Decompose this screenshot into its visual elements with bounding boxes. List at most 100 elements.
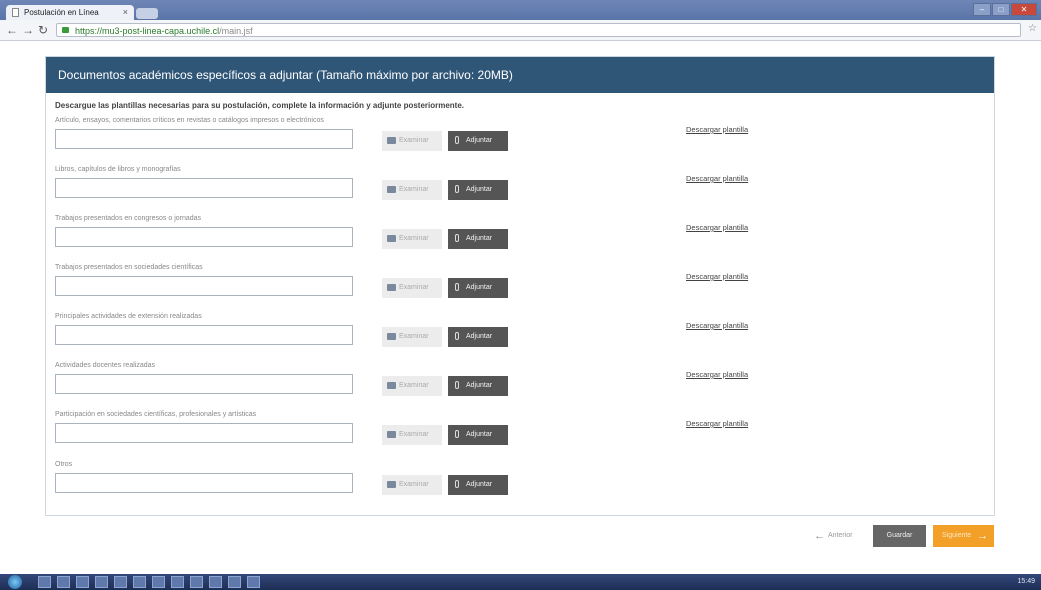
adjuntar-button[interactable]: Adjuntar: [448, 425, 508, 445]
anterior-button[interactable]: ← Anterior: [808, 525, 866, 547]
taskbar-app-icon[interactable]: [247, 576, 260, 588]
taskbar-app-icon[interactable]: [95, 576, 108, 588]
taskbar-app-icon[interactable]: [76, 576, 89, 588]
back-arrow-icon[interactable]: ←: [6, 22, 18, 38]
upload-row: Libros, capítulos de libros y monografía…: [46, 166, 994, 215]
taskbar-app-icon[interactable]: [152, 576, 165, 588]
bookmark-star-icon[interactable]: ☆: [1028, 23, 1037, 34]
arrow-left-icon: ←: [814, 530, 825, 542]
download-template-link[interactable]: Descargar plantilla: [686, 223, 748, 232]
adjuntar-label: Adjuntar: [466, 186, 493, 193]
address-bar[interactable]: https://mu3-post-linea-capa.uchile.cl/ma…: [56, 23, 1021, 37]
adjuntar-label: Adjuntar: [466, 382, 493, 389]
browser-titlebar: Postulación en Línea × – □ ✕: [0, 0, 1041, 20]
folder-icon: [387, 481, 396, 488]
taskbar-app-icon[interactable]: [190, 576, 203, 588]
upload-row: Actividades docentes realizadas Examinar…: [46, 362, 994, 411]
minimize-button[interactable]: –: [973, 3, 991, 16]
adjuntar-button[interactable]: Adjuntar: [448, 131, 508, 151]
upload-row: Participación en sociedades científicas,…: [46, 411, 994, 460]
examinar-button[interactable]: Examinar: [382, 475, 442, 495]
examinar-button[interactable]: Examinar: [382, 278, 442, 298]
examinar-button[interactable]: Examinar: [382, 425, 442, 445]
download-template-link[interactable]: Descargar plantilla: [686, 272, 748, 281]
adjuntar-button[interactable]: Adjuntar: [448, 180, 508, 200]
close-window-button[interactable]: ✕: [1011, 3, 1037, 16]
examinar-button[interactable]: Examinar: [382, 327, 442, 347]
examinar-button[interactable]: Examinar: [382, 229, 442, 249]
row-label: Actividades docentes realizadas: [55, 362, 156, 369]
paperclip-icon: [455, 136, 459, 144]
paperclip-icon: [455, 332, 459, 340]
upload-row: Trabajos presentados en sociedades cient…: [46, 264, 994, 313]
examinar-label: Examinar: [399, 431, 429, 438]
upload-row: Otros Examinar Adjuntar: [46, 461, 994, 510]
maximize-button[interactable]: □: [992, 3, 1010, 16]
folder-icon: [387, 333, 396, 340]
examinar-label: Examinar: [399, 186, 429, 193]
adjuntar-button[interactable]: Adjuntar: [448, 376, 508, 396]
taskbar-app-icon[interactable]: [209, 576, 222, 588]
system-clock[interactable]: 15:49: [1017, 576, 1035, 588]
adjuntar-label: Adjuntar: [466, 481, 493, 488]
taskbar-app-icon[interactable]: [57, 576, 70, 588]
download-template-link[interactable]: Descargar plantilla: [686, 321, 748, 330]
taskbar-app-icon[interactable]: [171, 576, 184, 588]
folder-icon: [387, 137, 396, 144]
file-path-input[interactable]: [55, 227, 353, 247]
examinar-button[interactable]: Examinar: [382, 180, 442, 200]
row-label: Otros: [55, 461, 73, 468]
download-template-link[interactable]: Descargar plantilla: [686, 125, 748, 134]
url-host: mu3-post-linea-capa.uchile.cl: [102, 26, 220, 36]
adjuntar-button[interactable]: Adjuntar: [448, 475, 508, 495]
examinar-button[interactable]: Examinar: [382, 131, 442, 151]
folder-icon: [387, 382, 396, 389]
new-tab-button[interactable]: [136, 8, 158, 19]
start-button[interactable]: [8, 575, 22, 589]
file-path-input[interactable]: [55, 276, 353, 296]
arrow-right-icon: →: [977, 530, 988, 542]
tab-close-icon[interactable]: ×: [123, 5, 128, 20]
siguiente-label: Siguiente: [942, 532, 972, 539]
examinar-label: Examinar: [399, 235, 429, 242]
browser-toolbar: ← → ↻ https://mu3-post-linea-capa.uchile…: [0, 20, 1041, 41]
examinar-label: Examinar: [399, 382, 429, 389]
row-label: Trabajos presentados en sociedades cient…: [55, 264, 203, 271]
taskbar-app-icon[interactable]: [114, 576, 127, 588]
paperclip-icon: [455, 283, 459, 291]
folder-icon: [387, 235, 396, 242]
taskbar-app-icon[interactable]: [228, 576, 241, 588]
file-path-input[interactable]: [55, 325, 353, 345]
upload-row: Principales actividades de extensión rea…: [46, 313, 994, 362]
adjuntar-button[interactable]: Adjuntar: [448, 327, 508, 347]
examinar-button[interactable]: Examinar: [382, 376, 442, 396]
download-template-link[interactable]: Descargar plantilla: [686, 370, 748, 379]
file-path-input[interactable]: [55, 374, 353, 394]
row-label: Participación en sociedades científicas,…: [55, 411, 257, 418]
url-path: /main.jsf: [219, 26, 253, 36]
taskbar-app-icon[interactable]: [38, 576, 51, 588]
page-content: Documentos académicos específicos a adju…: [0, 41, 1041, 559]
page-icon: [12, 8, 19, 17]
paperclip-icon: [455, 185, 459, 193]
adjuntar-button[interactable]: Adjuntar: [448, 229, 508, 249]
adjuntar-button[interactable]: Adjuntar: [448, 278, 508, 298]
siguiente-button[interactable]: Siguiente →: [933, 525, 994, 547]
file-path-input[interactable]: [55, 178, 353, 198]
file-path-input[interactable]: [55, 129, 353, 149]
file-path-input[interactable]: [55, 423, 353, 443]
browser-tab[interactable]: Postulación en Línea ×: [6, 5, 134, 20]
download-template-link[interactable]: Descargar plantilla: [686, 419, 748, 428]
taskbar-app-icon[interactable]: [133, 576, 146, 588]
adjuntar-label: Adjuntar: [466, 431, 493, 438]
file-path-input[interactable]: [55, 473, 353, 493]
reload-icon[interactable]: ↻: [38, 22, 48, 38]
forward-arrow-icon[interactable]: →: [22, 22, 34, 38]
guardar-button[interactable]: Guardar: [873, 525, 926, 547]
examinar-label: Examinar: [399, 481, 429, 488]
adjuntar-label: Adjuntar: [466, 235, 493, 242]
lock-icon: [62, 27, 69, 33]
download-template-link[interactable]: Descargar plantilla: [686, 174, 748, 183]
url-scheme: https://: [75, 26, 103, 36]
paperclip-icon: [455, 430, 459, 438]
